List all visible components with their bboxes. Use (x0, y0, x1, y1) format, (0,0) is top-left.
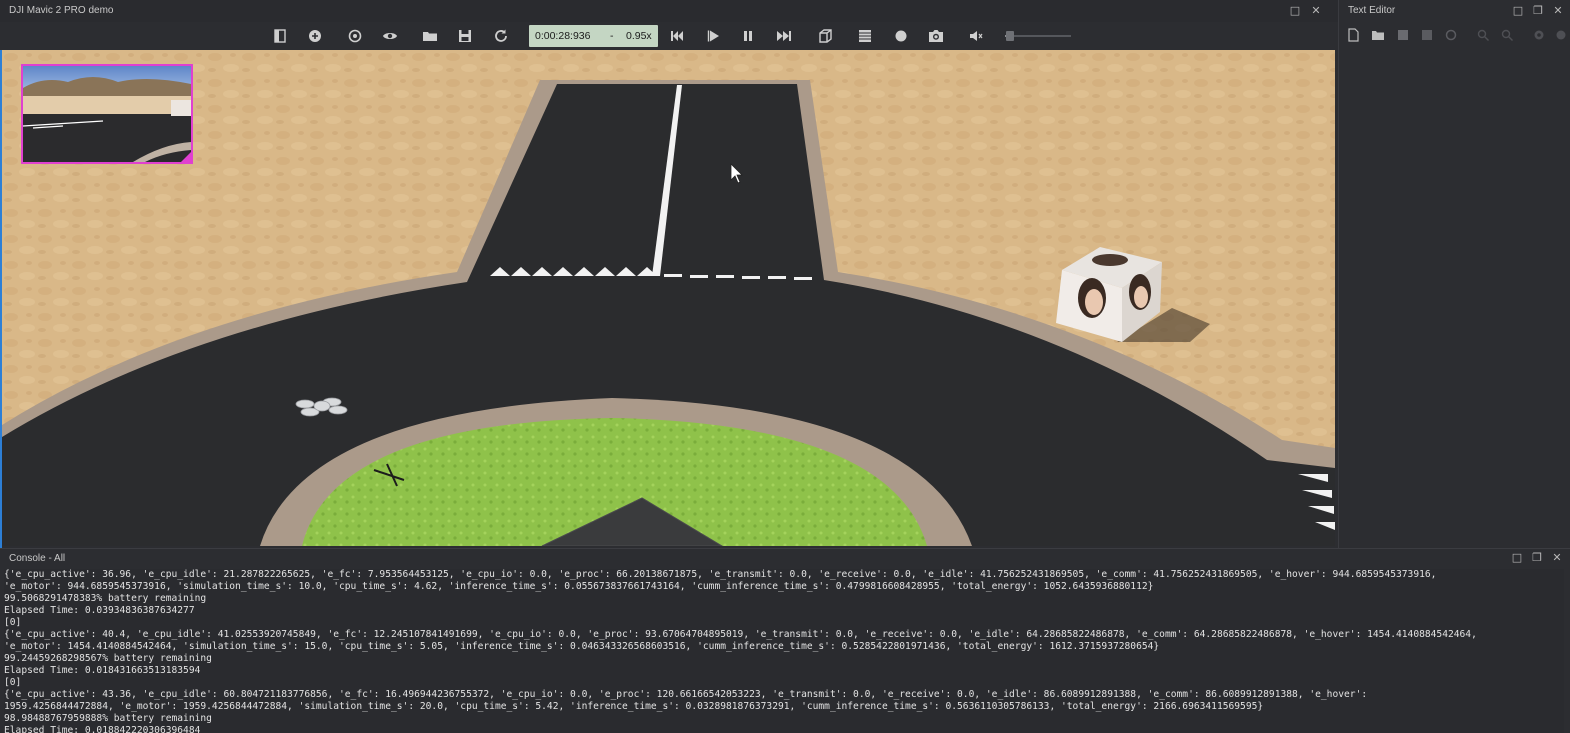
camera-mountains (23, 77, 191, 98)
editor-title: Text Editor (1348, 5, 1396, 16)
record-icon[interactable] (892, 27, 910, 45)
maximize-icon[interactable]: □ (1288, 4, 1302, 18)
reset-view-icon[interactable] (346, 27, 364, 45)
new-file-icon[interactable] (1345, 27, 1361, 43)
console-line: 'e_motor': 1454.4140884542464, 'simulati… (4, 641, 1160, 652)
open-world-icon[interactable] (421, 27, 439, 45)
step-back-icon[interactable] (668, 27, 686, 45)
editor-restore-icon[interactable]: ❐ (1531, 4, 1545, 18)
camera-feed (23, 66, 191, 162)
console-line: 'e_motor': 944.6859545373916, 'simulatio… (4, 581, 1154, 592)
time-separator: - (610, 30, 614, 42)
view-3d-icon[interactable] (816, 27, 834, 45)
editor-close-icon[interactable]: ✕ (1551, 4, 1565, 18)
replace-icon[interactable] (1499, 27, 1515, 43)
fast-forward-icon[interactable] (775, 27, 793, 45)
drone-camera-overlay (21, 64, 193, 164)
camera-ground (23, 96, 191, 114)
close-file-icon[interactable] (1553, 27, 1569, 43)
save-world-icon[interactable] (456, 27, 474, 45)
console-line: 99.5068291478383% battery remaining (4, 593, 207, 604)
camera-cube (171, 100, 191, 116)
play-icon[interactable] (705, 27, 723, 45)
volume-slider-handle[interactable] (1006, 31, 1014, 41)
console-line: Elapsed Time: 0.018842220306396484 (4, 725, 201, 733)
volume-slider[interactable] (1003, 31, 1071, 41)
console-panel: Console - All □ ❐ ✕ {'e_cpu_active': 36.… (0, 548, 1570, 733)
scene-tree-icon[interactable] (271, 27, 289, 45)
console-output[interactable]: {'e_cpu_active': 36.96, 'e_cpu_idle': 21… (4, 569, 1564, 733)
simulation-time-display: 0:00:28:936 - 0.95x (529, 25, 658, 47)
close-icon[interactable]: ✕ (1309, 4, 1323, 18)
volume-icon[interactable] (967, 27, 985, 45)
console-line: [0] (4, 677, 22, 688)
console-line: 1959.4256844472884, 'e_motor': 1959.4256… (4, 701, 1264, 712)
find-icon[interactable] (1475, 27, 1491, 43)
console-line: {'e_cpu_active': 43.36, 'e_cpu_idle': 60… (4, 689, 1368, 700)
movie-record-icon[interactable] (856, 27, 874, 45)
simulation-toolbar (0, 22, 1338, 50)
pause-icon[interactable] (739, 27, 757, 45)
console-line: Elapsed Time: 0.03934836387634277 (4, 605, 195, 616)
save-file-icon[interactable] (1395, 27, 1411, 43)
settings-icon[interactable] (1531, 27, 1547, 43)
window-title: DJI Mavic 2 PRO demo (9, 5, 114, 16)
open-file-icon[interactable] (1370, 27, 1386, 43)
console-close-icon[interactable]: ✕ (1550, 551, 1564, 565)
scene-render (2, 50, 1335, 546)
visibility-icon[interactable] (381, 27, 399, 45)
revert-icon[interactable] (1443, 27, 1459, 43)
console-line: {'e_cpu_active': 40.4, 'e_cpu_idle': 41.… (4, 629, 1477, 640)
console-maximize-icon[interactable]: □ (1510, 551, 1524, 565)
screenshot-icon[interactable] (927, 27, 945, 45)
save-as-icon[interactable] (1419, 27, 1435, 43)
console-title: Console - All (9, 553, 66, 564)
simulation-titlebar: DJI Mavic 2 PRO demo □ ✕ (0, 0, 1338, 22)
console-line: [0] (4, 617, 22, 628)
editor-maximize-icon[interactable]: □ (1511, 4, 1525, 18)
console-line: 98.98488767959888% battery remaining (4, 713, 212, 724)
camera-road (23, 114, 191, 162)
volume-slider-track (1005, 35, 1071, 37)
console-line: Elapsed Time: 0.018431663513183594 (4, 665, 201, 676)
text-editor-pane: Text Editor □ ❐ ✕ (1338, 0, 1570, 548)
console-line: 99.24459268298567% battery remaining (4, 653, 212, 664)
console-restore-icon[interactable]: ❐ (1530, 551, 1544, 565)
simulation-window: DJI Mavic 2 PRO demo □ ✕ 0:00:28:936 - 0… (0, 0, 1338, 548)
add-node-icon[interactable] (306, 27, 324, 45)
reload-world-icon[interactable] (492, 27, 510, 45)
simulation-time: 0:00:28:936 (535, 30, 591, 42)
console-line: {'e_cpu_active': 36.96, 'e_cpu_idle': 21… (4, 569, 1437, 580)
3d-viewport[interactable] (2, 50, 1335, 546)
simulation-speed: 0.95x (626, 30, 652, 42)
